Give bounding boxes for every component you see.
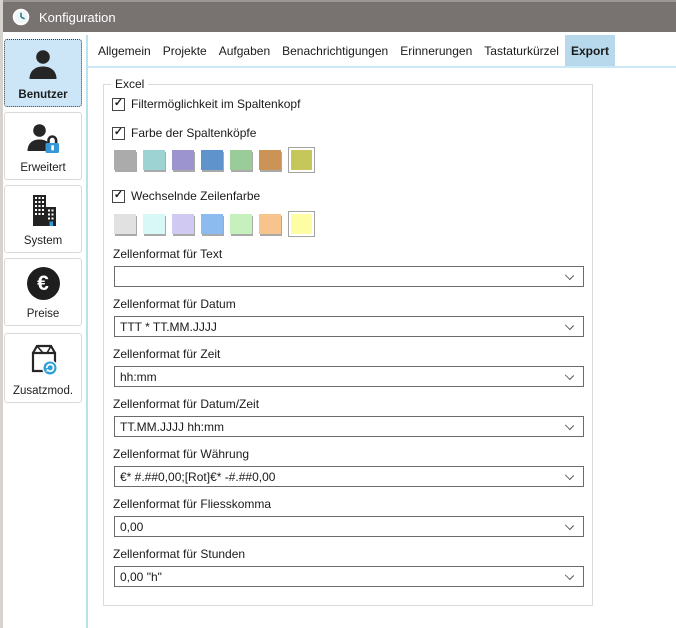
color-swatch[interactable] bbox=[230, 214, 252, 234]
tab-tastaturkuerzel[interactable]: Tastaturkürzel bbox=[478, 35, 565, 66]
color-swatch[interactable] bbox=[201, 214, 223, 234]
zellenformat-zeit-combobox[interactable]: hh:mm bbox=[114, 366, 584, 387]
groupbox-label: Excel bbox=[111, 77, 148, 91]
color-swatch-selected[interactable] bbox=[288, 211, 315, 237]
color-swatch[interactable] bbox=[172, 150, 194, 170]
field-label: Zellenformat für Text bbox=[113, 247, 584, 261]
field-label: Zellenformat für Währung bbox=[113, 447, 584, 461]
field-zellenformat-text: Zellenformat für Text bbox=[112, 247, 584, 287]
titlebar[interactable]: Konfiguration bbox=[3, 2, 676, 32]
sidebar-item-preise[interactable]: € Preise bbox=[4, 258, 82, 326]
addon-box-icon bbox=[24, 334, 62, 385]
tab-aufgaben[interactable]: Aufgaben bbox=[213, 35, 276, 66]
combobox-value: 0,00 "h" bbox=[120, 570, 162, 584]
row-color-checkbox-row: ✓ Wechselnde Zeilenfarbe bbox=[112, 189, 260, 203]
tab-underline bbox=[88, 66, 676, 68]
user-icon bbox=[25, 40, 61, 89]
excel-groupbox: Excel ✓ Filtermöglichkeit im Spaltenkopf… bbox=[103, 84, 593, 606]
chevron-down-icon bbox=[565, 571, 574, 580]
checkbox-label: Wechselnde Zeilenfarbe bbox=[131, 189, 260, 203]
combobox-value: €* #.##0,00;[Rot]€* -#.##0,00 bbox=[120, 470, 275, 484]
combobox-value: 0,00 bbox=[120, 520, 143, 534]
header-color-checkbox-row: ✓ Farbe der Spaltenköpfe bbox=[112, 126, 256, 140]
field-zellenformat-datum: Zellenformat für Datum TTT * TT.MM.JJJJ bbox=[112, 297, 584, 337]
color-swatch[interactable] bbox=[143, 214, 165, 234]
checkmark-icon: ✓ bbox=[114, 98, 123, 109]
combobox-value: TT.MM.JJJJ hh:mm bbox=[120, 420, 224, 434]
zellenformat-waehrung-combobox[interactable]: €* #.##0,00;[Rot]€* -#.##0,00 bbox=[114, 466, 584, 487]
combobox-value: TTT * TT.MM.JJJJ bbox=[120, 320, 217, 334]
euro-coin-icon: € bbox=[27, 259, 60, 308]
checkbox-label: Farbe der Spaltenköpfe bbox=[131, 126, 256, 140]
user-lock-icon bbox=[25, 113, 61, 162]
color-swatch[interactable] bbox=[172, 214, 194, 234]
color-swatch[interactable] bbox=[114, 214, 136, 234]
sidebar-item-label: Zusatzmod. bbox=[13, 385, 73, 397]
chevron-down-icon bbox=[565, 521, 574, 530]
sidebar-item-benutzer[interactable]: Benutzer bbox=[4, 39, 82, 107]
chevron-down-icon bbox=[565, 471, 574, 480]
tab-erinnerungen[interactable]: Erinnerungen bbox=[394, 35, 478, 66]
checkmark-icon: ✓ bbox=[114, 127, 123, 138]
combobox-value: hh:mm bbox=[120, 370, 157, 384]
color-swatch[interactable] bbox=[230, 150, 252, 170]
color-swatch[interactable] bbox=[259, 150, 281, 170]
sidebar-item-label: Preise bbox=[27, 308, 60, 320]
field-label: Zellenformat für Stunden bbox=[113, 547, 584, 561]
field-label: Zellenformat für Fliesskomma bbox=[113, 497, 584, 511]
tab-bar: Allgemein Projekte Aufgaben Benachrichti… bbox=[92, 35, 615, 66]
filter-checkbox-row: ✓ Filtermöglichkeit im Spaltenkopf bbox=[112, 97, 300, 111]
field-zellenformat-waehrung: Zellenformat für Währung €* #.##0,00;[Ro… bbox=[112, 447, 584, 487]
color-swatch[interactable] bbox=[201, 150, 223, 170]
zellenformat-datum-combobox[interactable]: TTT * TT.MM.JJJJ bbox=[114, 316, 584, 337]
color-swatch[interactable] bbox=[259, 214, 281, 234]
sidebar-item-system[interactable]: System bbox=[4, 185, 82, 253]
zellenformat-datum-zeit-combobox[interactable]: TT.MM.JJJJ hh:mm bbox=[114, 416, 584, 437]
tab-benachrichtigungen[interactable]: Benachrichtigungen bbox=[276, 35, 394, 66]
clock-app-icon bbox=[12, 8, 30, 26]
field-zellenformat-datum-zeit: Zellenformat für Datum/Zeit TT.MM.JJJJ h… bbox=[112, 397, 584, 437]
header-color-swatches bbox=[114, 147, 315, 173]
tab-projekte[interactable]: Projekte bbox=[157, 35, 213, 66]
chevron-down-icon bbox=[565, 271, 574, 280]
sidebar-item-label: Benutzer bbox=[18, 89, 67, 101]
sidebar-item-label: Erweitert bbox=[20, 162, 65, 174]
color-swatch[interactable] bbox=[143, 150, 165, 170]
sidebar-item-label: System bbox=[24, 235, 62, 247]
sidebar-separator bbox=[86, 35, 88, 628]
field-zellenformat-zeit: Zellenformat für Zeit hh:mm bbox=[112, 347, 584, 387]
building-icon bbox=[25, 186, 61, 235]
color-swatch[interactable] bbox=[114, 150, 136, 170]
chevron-down-icon bbox=[565, 321, 574, 330]
checkbox-wechselnde-zeilenfarbe[interactable]: ✓ bbox=[112, 190, 125, 203]
checkbox-filtermoeglichkeit[interactable]: ✓ bbox=[112, 98, 125, 111]
field-label: Zellenformat für Datum/Zeit bbox=[113, 397, 584, 411]
field-label: Zellenformat für Datum bbox=[113, 297, 584, 311]
field-zellenformat-stunden: Zellenformat für Stunden 0,00 "h" bbox=[112, 547, 584, 587]
konfiguration-window: Konfiguration Benutzer bbox=[3, 0, 676, 628]
zellenformat-stunden-combobox[interactable]: 0,00 "h" bbox=[114, 566, 584, 587]
zellenformat-text-combobox[interactable] bbox=[114, 266, 584, 287]
sidebar: Benutzer Erweitert bbox=[4, 39, 82, 408]
row-color-swatches bbox=[114, 211, 315, 237]
chevron-down-icon bbox=[565, 371, 574, 380]
zellenformat-fliesskomma-combobox[interactable]: 0,00 bbox=[114, 516, 584, 537]
sidebar-item-zusatzmod[interactable]: Zusatzmod. bbox=[4, 333, 82, 403]
field-zellenformat-fliesskomma: Zellenformat für Fliesskomma 0,00 bbox=[112, 497, 584, 537]
chevron-down-icon bbox=[565, 421, 574, 430]
tab-allgemein[interactable]: Allgemein bbox=[92, 35, 157, 66]
checkbox-farbe-spaltenkoepfe[interactable]: ✓ bbox=[112, 127, 125, 140]
sidebar-item-erweitert[interactable]: Erweitert bbox=[4, 112, 82, 180]
color-swatch-selected[interactable] bbox=[288, 147, 315, 173]
checkmark-icon: ✓ bbox=[114, 190, 123, 201]
dialog-client-area: Benutzer Erweitert bbox=[3, 32, 676, 628]
checkbox-label: Filtermöglichkeit im Spaltenkopf bbox=[131, 97, 300, 111]
tab-export[interactable]: Export bbox=[565, 35, 615, 66]
window-title: Konfiguration bbox=[39, 10, 116, 25]
field-label: Zellenformat für Zeit bbox=[113, 347, 584, 361]
